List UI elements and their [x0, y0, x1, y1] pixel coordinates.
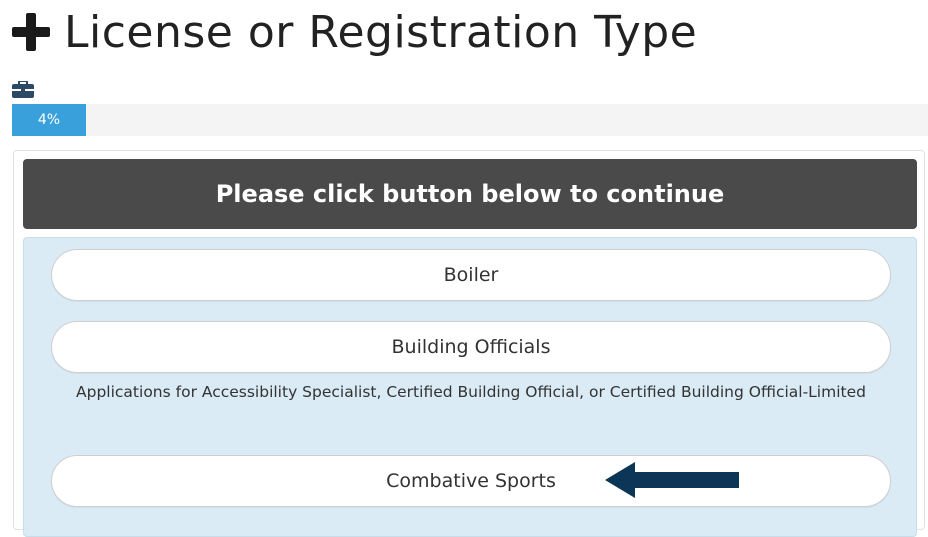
progress-label: 4%	[37, 112, 61, 128]
building-officials-description: Applications for Accessibility Specialis…	[76, 383, 866, 401]
page-title: License or Registration Type	[64, 6, 698, 58]
building-officials-button[interactable]: Building Officials	[51, 321, 891, 373]
plus-icon	[12, 13, 50, 51]
combative-sports-button[interactable]: Combative Sports	[51, 455, 891, 507]
progress-fill: 4%	[12, 104, 86, 136]
license-type-panel: Please click button below to continue Bo…	[13, 150, 925, 537]
panel-heading: Please click button below to continue	[23, 159, 917, 229]
left-arrow-icon	[605, 462, 739, 498]
boiler-button[interactable]: Boiler	[51, 249, 891, 301]
briefcase-icon	[12, 81, 34, 98]
panel-body: Boiler Building Officials Applications f…	[23, 237, 917, 537]
page-header: License or Registration Type	[12, 4, 697, 60]
progress-bar: 4%	[12, 104, 928, 136]
